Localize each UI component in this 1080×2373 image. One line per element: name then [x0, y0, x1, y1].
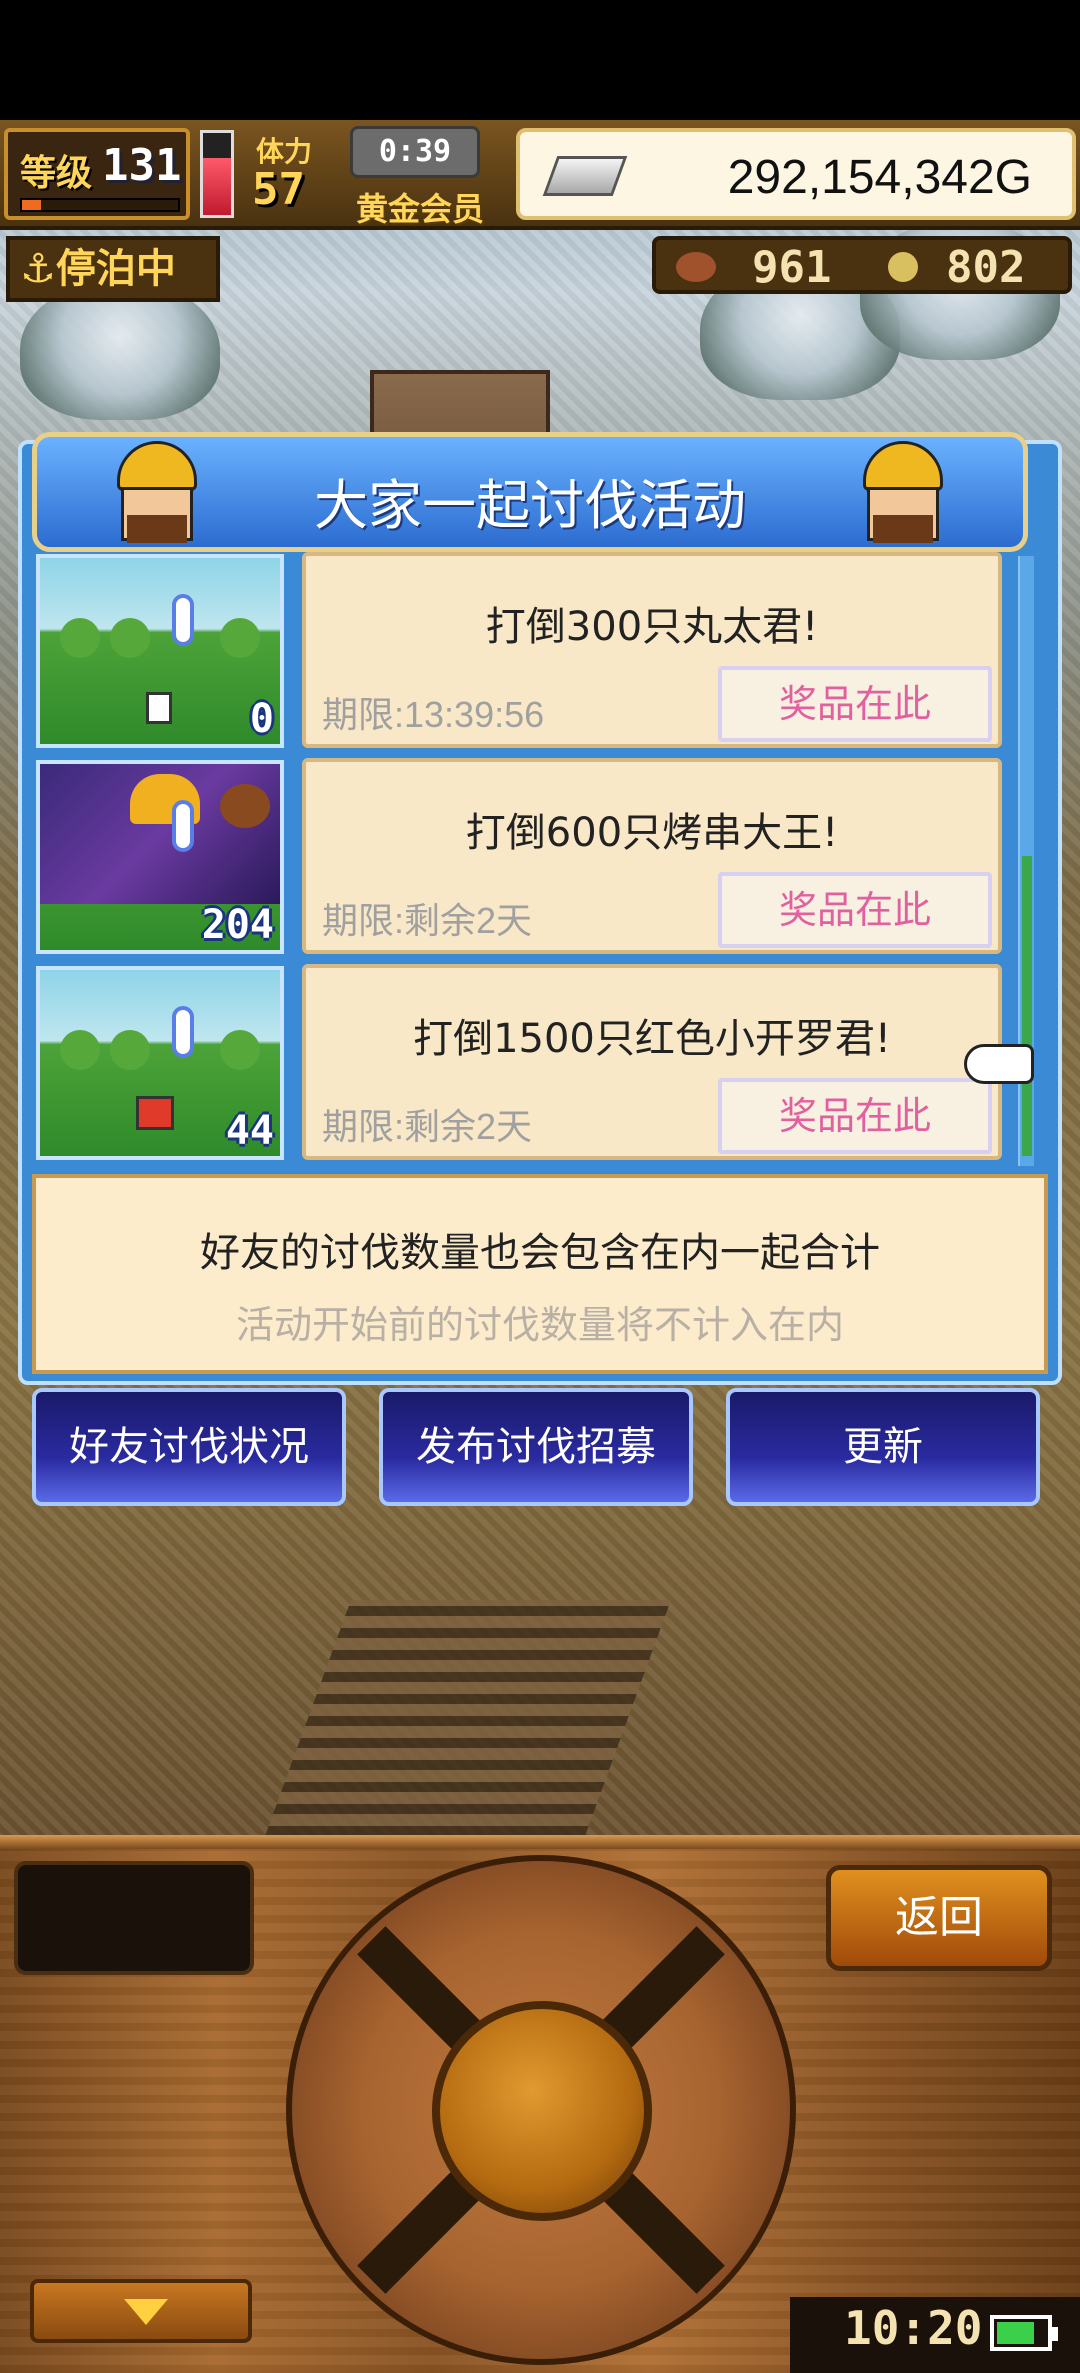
status-hud: ⚓停泊中 961 802 — [0, 236, 1080, 306]
prize-button[interactable]: 奖品在此 — [718, 872, 992, 948]
controller-edge — [0, 1835, 1080, 1849]
mooring-status[interactable]: ⚓停泊中 — [6, 236, 220, 302]
info-panel: 好友的讨伐数量也会包含在内一起合计 活动开始前的讨伐数量将不计入在内 — [32, 1174, 1048, 1374]
dialog-title-bar: 大家一起讨伐活动 — [32, 432, 1028, 552]
resource1-value: 961 — [752, 242, 832, 293]
quest-limit: 期限:剩余2天 — [322, 1106, 533, 1147]
quest-item[interactable]: 44 打倒1500只红色小开罗君! 期限:剩余2天 奖品在此 — [30, 962, 1030, 1162]
hp-fill — [203, 157, 231, 215]
friend-status-button[interactable]: 好友讨伐状况 — [32, 1388, 346, 1506]
refresh-button[interactable]: 更新 — [726, 1388, 1040, 1506]
quest-thumbnail: 0 — [36, 554, 284, 748]
skewer-icon — [220, 784, 270, 828]
down-arrow-icon — [124, 2299, 168, 2325]
quest-item[interactable]: 0 打倒300只丸太君! 期限:13:39:56 奖品在此 — [30, 550, 1030, 750]
resource2-value: 802 — [946, 242, 1026, 293]
kill-count: 0 — [249, 696, 274, 742]
xp-fill — [22, 200, 41, 210]
info-main-text: 好友的讨伐数量也会包含在内一起合计 — [200, 1230, 880, 1276]
dpad-center-button[interactable] — [432, 2001, 652, 2221]
quest-title: 打倒1500只红色小开罗君! — [413, 1016, 891, 1062]
back-button[interactable]: 返回 — [826, 1865, 1052, 1971]
mini-screen — [14, 1861, 254, 1975]
exclamation-icon — [172, 594, 194, 646]
silver-bar-icon — [542, 156, 628, 196]
resource-panel: 961 802 — [652, 236, 1072, 294]
battery-icon — [990, 2315, 1058, 2351]
prize-button[interactable]: 奖品在此 — [718, 1078, 992, 1154]
info-sub-text: 活动开始前的讨伐数量将不计入在内 — [235, 1303, 844, 1347]
quest-limit: 期限:剩余2天 — [322, 900, 533, 941]
level-value: 131 — [102, 140, 182, 191]
coin-icon — [888, 252, 918, 282]
dpad[interactable] — [286, 1855, 796, 2365]
status-label: 停泊中 — [55, 246, 176, 292]
publish-recruit-button[interactable]: 发布讨伐招募 — [379, 1388, 693, 1506]
xp-bar — [20, 198, 180, 212]
anchor-icon: ⚓ — [20, 246, 56, 292]
meat-icon — [676, 252, 716, 282]
dialog-button-row: 好友讨伐状况 发布讨伐招募 更新 — [0, 1388, 1080, 1508]
top-hud: 等级 131 体力 57 0:39 黄金会员 292,154,342G — [0, 120, 1080, 230]
kill-count: 204 — [201, 902, 274, 948]
viking-icon — [843, 437, 963, 547]
level-panel: 等级 131 — [4, 128, 190, 220]
hp-gauge — [200, 130, 234, 218]
quest-card: 打倒300只丸太君! 期限:13:39:56 奖品在此 — [302, 552, 1002, 748]
quest-title: 打倒600只烤串大王! — [465, 810, 839, 856]
stamina-value: 57 — [252, 164, 305, 215]
hand-cursor-icon — [964, 1044, 1034, 1084]
exclamation-icon — [172, 1006, 194, 1058]
quest-title: 打倒300只丸太君! — [485, 604, 819, 650]
clock-panel: 10:20 — [790, 2297, 1080, 2373]
controller-panel: 返回 10:20 — [0, 1835, 1080, 2373]
prize-button[interactable]: 奖品在此 — [718, 666, 992, 742]
kill-count: 44 — [225, 1108, 274, 1154]
quest-thumbnail: 204 — [36, 760, 284, 954]
level-label: 等级 — [20, 153, 93, 194]
scrollbar-thumb[interactable] — [1022, 856, 1032, 1156]
monster-icon — [146, 692, 172, 724]
quest-item[interactable]: 204 打倒600只烤串大王! 期限:剩余2天 奖品在此 — [30, 756, 1030, 956]
quest-list[interactable]: 0 打倒300只丸太君! 期限:13:39:56 奖品在此 204 打倒600只… — [30, 550, 1030, 1166]
quest-limit: 期限:13:39:56 — [322, 694, 545, 735]
quest-card: 打倒1500只红色小开罗君! 期限:剩余2天 奖品在此 — [302, 964, 1002, 1160]
clock: 10:20 — [844, 2301, 983, 2355]
quest-card: 打倒600只烤串大王! 期限:剩余2天 奖品在此 — [302, 758, 1002, 954]
gold-value: 292,154,342G — [727, 151, 1032, 204]
battery-fill — [997, 2322, 1035, 2344]
exclamation-icon — [172, 800, 194, 852]
timer: 0:39 — [350, 126, 480, 178]
quest-thumbnail: 44 — [36, 966, 284, 1160]
monster-icon — [136, 1096, 174, 1130]
membership-label: 黄金会员 — [356, 190, 485, 228]
gold-panel: 292,154,342G — [516, 128, 1076, 220]
menu-down-button[interactable] — [30, 2279, 252, 2343]
